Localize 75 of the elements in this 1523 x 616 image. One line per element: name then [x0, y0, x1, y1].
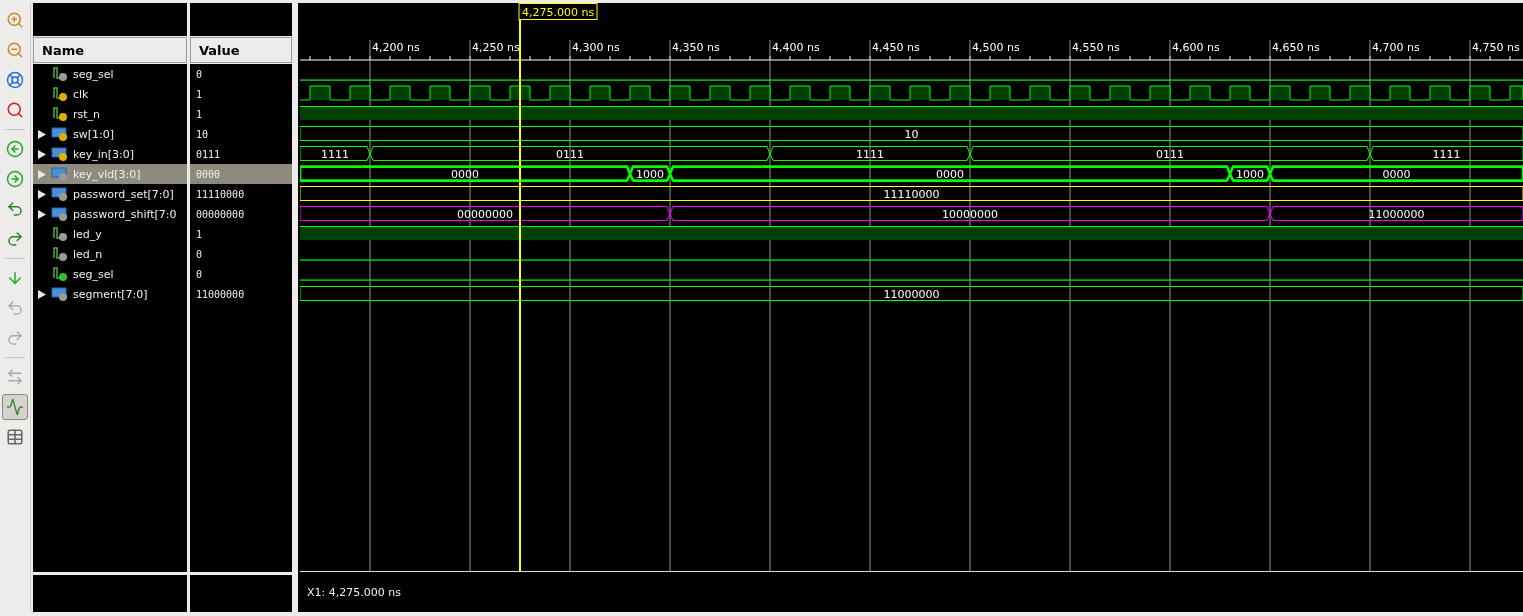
bus-segment: 1000 [628, 165, 672, 182]
cursor-time-label: 4,275.000 ns [518, 3, 598, 20]
signal-value: 0000 [190, 164, 292, 184]
toolbar-button[interactable] [2, 394, 28, 420]
ruler-label: 4,700 ns [1372, 41, 1420, 54]
bus-segment: 1000 [1228, 165, 1272, 182]
bus-segment: 0111 [969, 146, 1371, 161]
bus-signal-icon [51, 286, 69, 302]
step-forward-icon [6, 230, 24, 248]
cursor-status-text: X1: 4,275.000 ns [306, 584, 402, 601]
collapsed-arrow-icon[interactable] [38, 209, 46, 219]
bus-segment: 0000 [1268, 165, 1523, 182]
ruler-label: 4,450 ns [872, 41, 920, 54]
bit-signal-icon [51, 246, 69, 262]
bus-segment: 0111 [369, 146, 771, 161]
bus-signal-icon [51, 146, 69, 162]
ruler-label: 4,750 ns [1472, 41, 1520, 54]
signal-name: password_shift[7:0 [73, 207, 177, 221]
signal-name: password_set[7:0] [73, 187, 174, 201]
zoom-out-icon [6, 41, 24, 59]
signal-name: sw[1:0] [73, 127, 114, 141]
swap-icon [6, 368, 24, 386]
ruler-label: 4,600 ns [1172, 41, 1220, 54]
ruler-label: 4,400 ns [772, 41, 820, 54]
bus-segment: 0000 [300, 165, 632, 182]
ruler-label: 4,650 ns [1272, 41, 1320, 54]
bit-signal-icon [51, 66, 69, 82]
signal-name: rst_n [73, 107, 101, 121]
ruler-label: 4,550 ns [1072, 41, 1120, 54]
ruler-label: 4,500 ns [972, 41, 1020, 54]
lifebuoy-icon [6, 71, 24, 89]
bus-signal-icon [51, 126, 69, 142]
magnifier-icon [6, 101, 24, 119]
bus-segment: 11000000 [300, 286, 1523, 301]
collapsed-arrow-icon[interactable] [38, 189, 46, 199]
arrow-left-circle-icon [6, 140, 24, 158]
undo-arrow-icon [6, 299, 24, 317]
step-back-icon [6, 200, 24, 218]
bus-segment: 1111 [300, 146, 371, 161]
pulse-icon [6, 398, 24, 416]
bus-signal-icon [51, 206, 69, 222]
bus-segment: 10000000 [669, 206, 1271, 221]
bus-segment: 0000 [668, 165, 1232, 182]
bus-segment: 00000000 [300, 206, 671, 221]
bus-segment: 10 [300, 126, 1523, 141]
ruler-label: 4,300 ns [572, 41, 620, 54]
collapsed-arrow-icon[interactable] [38, 149, 46, 159]
bus-segment: 1111 [769, 146, 971, 161]
signal-name: seg_sel [73, 67, 114, 81]
signal-name: led_n [73, 247, 103, 261]
ruler-label: 4,250 ns [472, 41, 520, 54]
collapsed-arrow-icon[interactable] [38, 129, 46, 139]
signal-name: key_in[3:0] [73, 147, 135, 161]
bit-signal-icon [51, 226, 69, 242]
bit-signal-icon [51, 86, 69, 102]
bus-segment: 1111 [1369, 146, 1523, 161]
signal-name: segment[7:0] [73, 287, 148, 301]
bus-segment: 11110000 [300, 186, 1523, 201]
signal-name: seg_sel [73, 267, 114, 281]
bus-segment: 11000000 [1269, 206, 1523, 221]
redo-arrow-icon [6, 329, 24, 347]
bit-signal-icon [51, 106, 69, 122]
ruler-label: 4,350 ns [672, 41, 720, 54]
value-column-header[interactable]: Value [190, 37, 292, 63]
bus-signal-icon [51, 166, 69, 182]
collapsed-arrow-icon[interactable] [38, 289, 46, 299]
name-column-header[interactable]: Name [33, 37, 187, 63]
signal-name: led_y [73, 227, 102, 241]
bit-signal-icon [51, 266, 69, 282]
zoom-in-icon [6, 11, 24, 29]
bus-signal-icon [51, 186, 69, 202]
ruler-label: 4,200 ns [372, 41, 420, 54]
arrow-right-circle-icon [6, 170, 24, 188]
signal-name: key_vld[3:0] [73, 167, 141, 181]
signal-name: clk [73, 87, 89, 101]
